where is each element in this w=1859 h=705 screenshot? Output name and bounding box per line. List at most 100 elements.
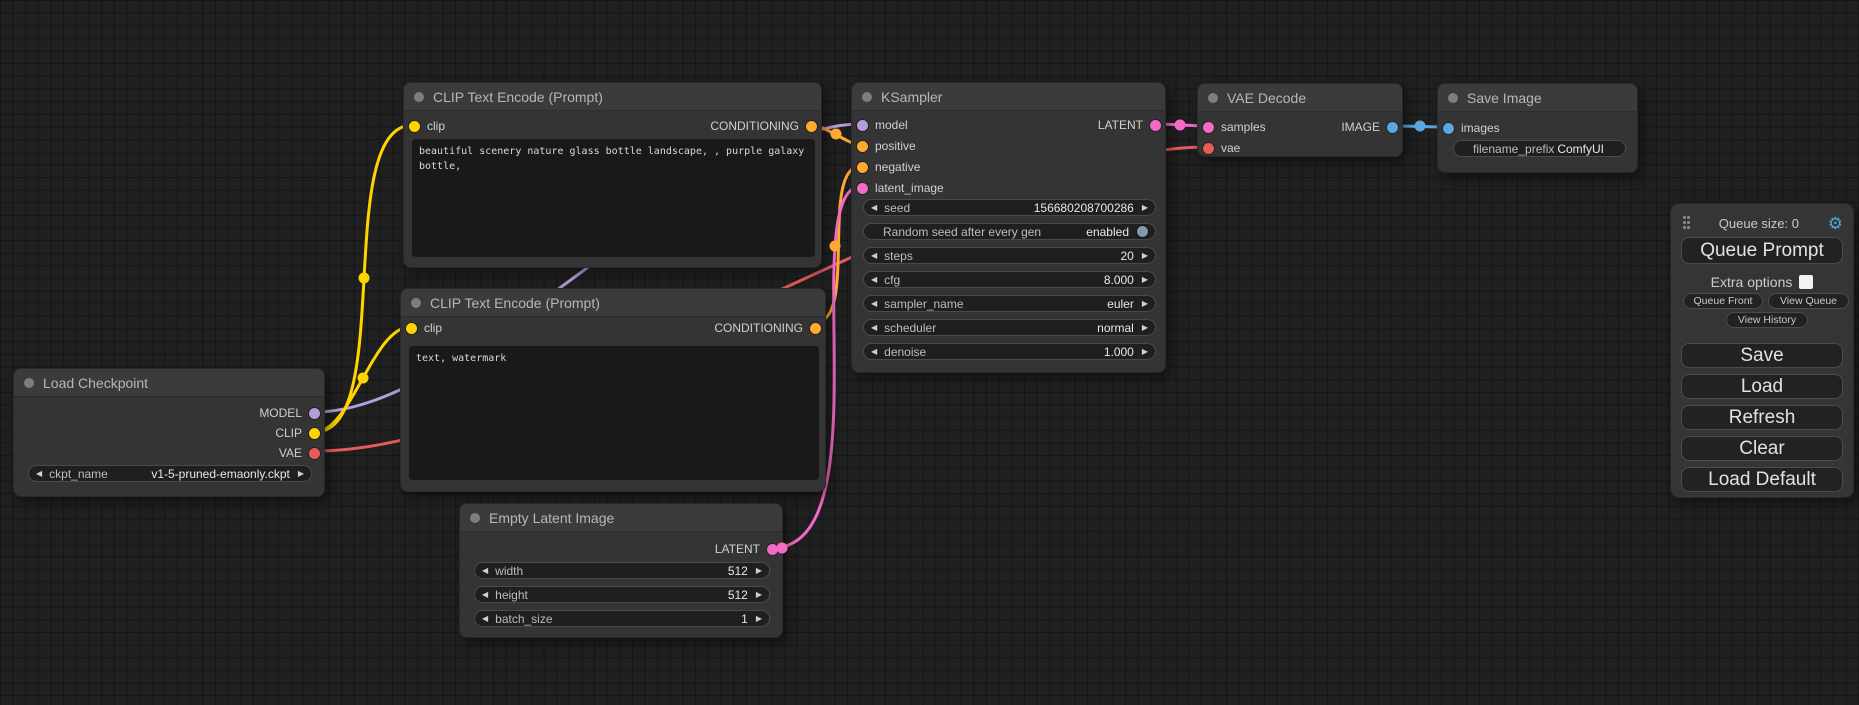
clip-input-dot[interactable] bbox=[409, 121, 420, 132]
input-slot-model[interactable]: model bbox=[857, 119, 908, 131]
increment-arrow-icon[interactable]: ▶ bbox=[756, 586, 762, 603]
node-title-bar[interactable]: KSampler bbox=[852, 83, 1165, 111]
image-output-dot[interactable] bbox=[1387, 122, 1398, 133]
output-slot-clip[interactable]: CLIP bbox=[275, 427, 320, 439]
node-title-bar[interactable]: VAE Decode bbox=[1198, 84, 1402, 112]
increment-arrow-icon[interactable]: ▶ bbox=[1142, 271, 1148, 288]
clip-output-dot[interactable] bbox=[309, 428, 320, 439]
model-input-dot[interactable] bbox=[857, 120, 868, 131]
width-widget[interactable]: ◀ width 512 ▶ bbox=[474, 562, 770, 579]
collapse-dot-icon[interactable] bbox=[24, 378, 34, 388]
link-dot-image[interactable] bbox=[1415, 121, 1426, 132]
prompt-textarea[interactable]: beautiful scenery nature glass bottle la… bbox=[412, 139, 815, 257]
increment-arrow-icon[interactable]: ▶ bbox=[1142, 247, 1148, 264]
increment-arrow-icon[interactable]: ▶ bbox=[1142, 319, 1148, 336]
toggle-icon[interactable] bbox=[1137, 226, 1148, 237]
node-title-bar[interactable]: Load Checkpoint bbox=[14, 369, 324, 397]
conditioning-output-dot[interactable] bbox=[810, 323, 821, 334]
view-queue-button[interactable]: View Queue bbox=[1768, 293, 1849, 309]
output-slot-latent[interactable]: LATENT bbox=[1098, 119, 1161, 131]
scheduler-widget[interactable]: ◀ scheduler normal ▶ bbox=[863, 319, 1156, 336]
images-input-dot[interactable] bbox=[1443, 123, 1454, 134]
output-slot-model[interactable]: MODEL bbox=[259, 407, 320, 419]
batch-size-widget[interactable]: ◀ batch_size 1 ▶ bbox=[474, 610, 770, 627]
clip-input-dot[interactable] bbox=[406, 323, 417, 334]
sampler-name-widget[interactable]: ◀ sampler_name euler ▶ bbox=[863, 295, 1156, 312]
positive-input-dot[interactable] bbox=[857, 141, 868, 152]
node-save-image[interactable]: Save Image images filename_prefix ComfyU… bbox=[1437, 83, 1638, 173]
collapse-dot-icon[interactable] bbox=[1208, 93, 1218, 103]
node-graph-canvas[interactable]: Load Checkpoint MODEL CLIP VAE ◀ ckpt_na… bbox=[0, 0, 1859, 705]
decrement-arrow-icon[interactable]: ◀ bbox=[871, 343, 877, 360]
input-slot-latent-image[interactable]: latent_image bbox=[857, 182, 944, 194]
samples-input-dot[interactable] bbox=[1203, 122, 1214, 133]
refresh-button[interactable]: Refresh bbox=[1681, 405, 1843, 430]
increment-arrow-icon[interactable]: ▶ bbox=[1142, 295, 1148, 312]
decrement-arrow-icon[interactable]: ◀ bbox=[871, 295, 877, 312]
decrement-arrow-icon[interactable]: ◀ bbox=[482, 562, 488, 579]
negative-input-dot[interactable] bbox=[857, 162, 868, 173]
output-slot-latent[interactable]: LATENT bbox=[715, 543, 778, 555]
increment-arrow-icon[interactable]: ▶ bbox=[298, 465, 304, 482]
increment-arrow-icon[interactable]: ▶ bbox=[1142, 343, 1148, 360]
node-title-bar[interactable]: CLIP Text Encode (Prompt) bbox=[401, 289, 825, 317]
collapse-dot-icon[interactable] bbox=[470, 513, 480, 523]
link-dot-conditioning-negative[interactable] bbox=[830, 241, 841, 252]
queue-panel[interactable]: Queue size: 0 ⚙ Queue Prompt Extra optio… bbox=[1670, 203, 1854, 498]
increment-arrow-icon[interactable]: ▶ bbox=[756, 562, 762, 579]
load-default-button[interactable]: Load Default bbox=[1681, 467, 1843, 492]
node-ksampler[interactable]: KSampler model positive negative latent_… bbox=[851, 82, 1166, 373]
steps-widget[interactable]: ◀ steps 20 ▶ bbox=[863, 247, 1156, 264]
increment-arrow-icon[interactable]: ▶ bbox=[756, 610, 762, 627]
node-title-bar[interactable]: CLIP Text Encode (Prompt) bbox=[404, 83, 821, 111]
output-slot-image[interactable]: IMAGE bbox=[1341, 121, 1398, 133]
decrement-arrow-icon[interactable]: ◀ bbox=[482, 586, 488, 603]
collapse-dot-icon[interactable] bbox=[1448, 93, 1458, 103]
input-slot-vae[interactable]: vae bbox=[1203, 142, 1240, 154]
clear-button[interactable]: Clear bbox=[1681, 436, 1843, 461]
decrement-arrow-icon[interactable]: ◀ bbox=[871, 199, 877, 216]
prompt-textarea[interactable]: text, watermark bbox=[409, 346, 819, 480]
queue-prompt-button[interactable]: Queue Prompt bbox=[1681, 237, 1843, 264]
view-history-button[interactable]: View History bbox=[1726, 312, 1808, 328]
output-slot-vae[interactable]: VAE bbox=[279, 447, 320, 459]
decrement-arrow-icon[interactable]: ◀ bbox=[871, 247, 877, 264]
denoise-widget[interactable]: ◀ denoise 1.000 ▶ bbox=[863, 343, 1156, 360]
link-dot-conditioning-positive[interactable] bbox=[831, 129, 842, 140]
link-dot-clip-positive[interactable] bbox=[359, 273, 370, 284]
collapse-dot-icon[interactable] bbox=[862, 92, 872, 102]
load-button[interactable]: Load bbox=[1681, 374, 1843, 399]
input-slot-positive[interactable]: positive bbox=[857, 140, 916, 152]
settings-gear-icon[interactable]: ⚙ bbox=[1828, 215, 1843, 232]
filename-prefix-widget[interactable]: filename_prefix ComfyUI bbox=[1453, 140, 1626, 157]
ckpt-name-widget[interactable]: ◀ ckpt_name v1-5-pruned-emaonly.ckpt ▶ bbox=[28, 465, 312, 482]
node-load-checkpoint[interactable]: Load Checkpoint MODEL CLIP VAE ◀ ckpt_na… bbox=[13, 368, 325, 497]
latent-output-dot[interactable] bbox=[767, 544, 778, 555]
node-title-bar[interactable]: Save Image bbox=[1438, 84, 1637, 112]
input-slot-negative[interactable]: negative bbox=[857, 161, 920, 173]
input-slot-clip[interactable]: clip bbox=[406, 322, 442, 334]
random-seed-widget[interactable]: Random seed after every gen enabled bbox=[863, 223, 1156, 240]
queue-front-button[interactable]: Queue Front bbox=[1683, 293, 1763, 309]
link-dot-clip-negative[interactable] bbox=[358, 373, 369, 384]
output-slot-conditioning[interactable]: CONDITIONING bbox=[714, 322, 821, 334]
model-output-dot[interactable] bbox=[309, 408, 320, 419]
node-clip-text-encode-positive[interactable]: CLIP Text Encode (Prompt) clip CONDITION… bbox=[403, 82, 822, 268]
decrement-arrow-icon[interactable]: ◀ bbox=[871, 271, 877, 288]
decrement-arrow-icon[interactable]: ◀ bbox=[871, 319, 877, 336]
decrement-arrow-icon[interactable]: ◀ bbox=[482, 610, 488, 627]
node-empty-latent-image[interactable]: Empty Latent Image LATENT ◀ width 512 ▶ … bbox=[459, 503, 783, 638]
node-clip-text-encode-negative[interactable]: CLIP Text Encode (Prompt) clip CONDITION… bbox=[400, 288, 826, 492]
drag-handle-icon[interactable] bbox=[1683, 216, 1690, 230]
increment-arrow-icon[interactable]: ▶ bbox=[1142, 199, 1148, 216]
conditioning-output-dot[interactable] bbox=[806, 121, 817, 132]
extra-options-checkbox[interactable] bbox=[1799, 275, 1813, 289]
input-slot-samples[interactable]: samples bbox=[1203, 121, 1266, 133]
collapse-dot-icon[interactable] bbox=[411, 298, 421, 308]
output-slot-conditioning[interactable]: CONDITIONING bbox=[710, 120, 817, 132]
cfg-widget[interactable]: ◀ cfg 8.000 ▶ bbox=[863, 271, 1156, 288]
link-dot-latent-samples[interactable] bbox=[1175, 120, 1186, 131]
node-vae-decode[interactable]: VAE Decode samples vae IMAGE bbox=[1197, 83, 1403, 157]
vae-input-dot[interactable] bbox=[1203, 143, 1214, 154]
height-widget[interactable]: ◀ height 512 ▶ bbox=[474, 586, 770, 603]
